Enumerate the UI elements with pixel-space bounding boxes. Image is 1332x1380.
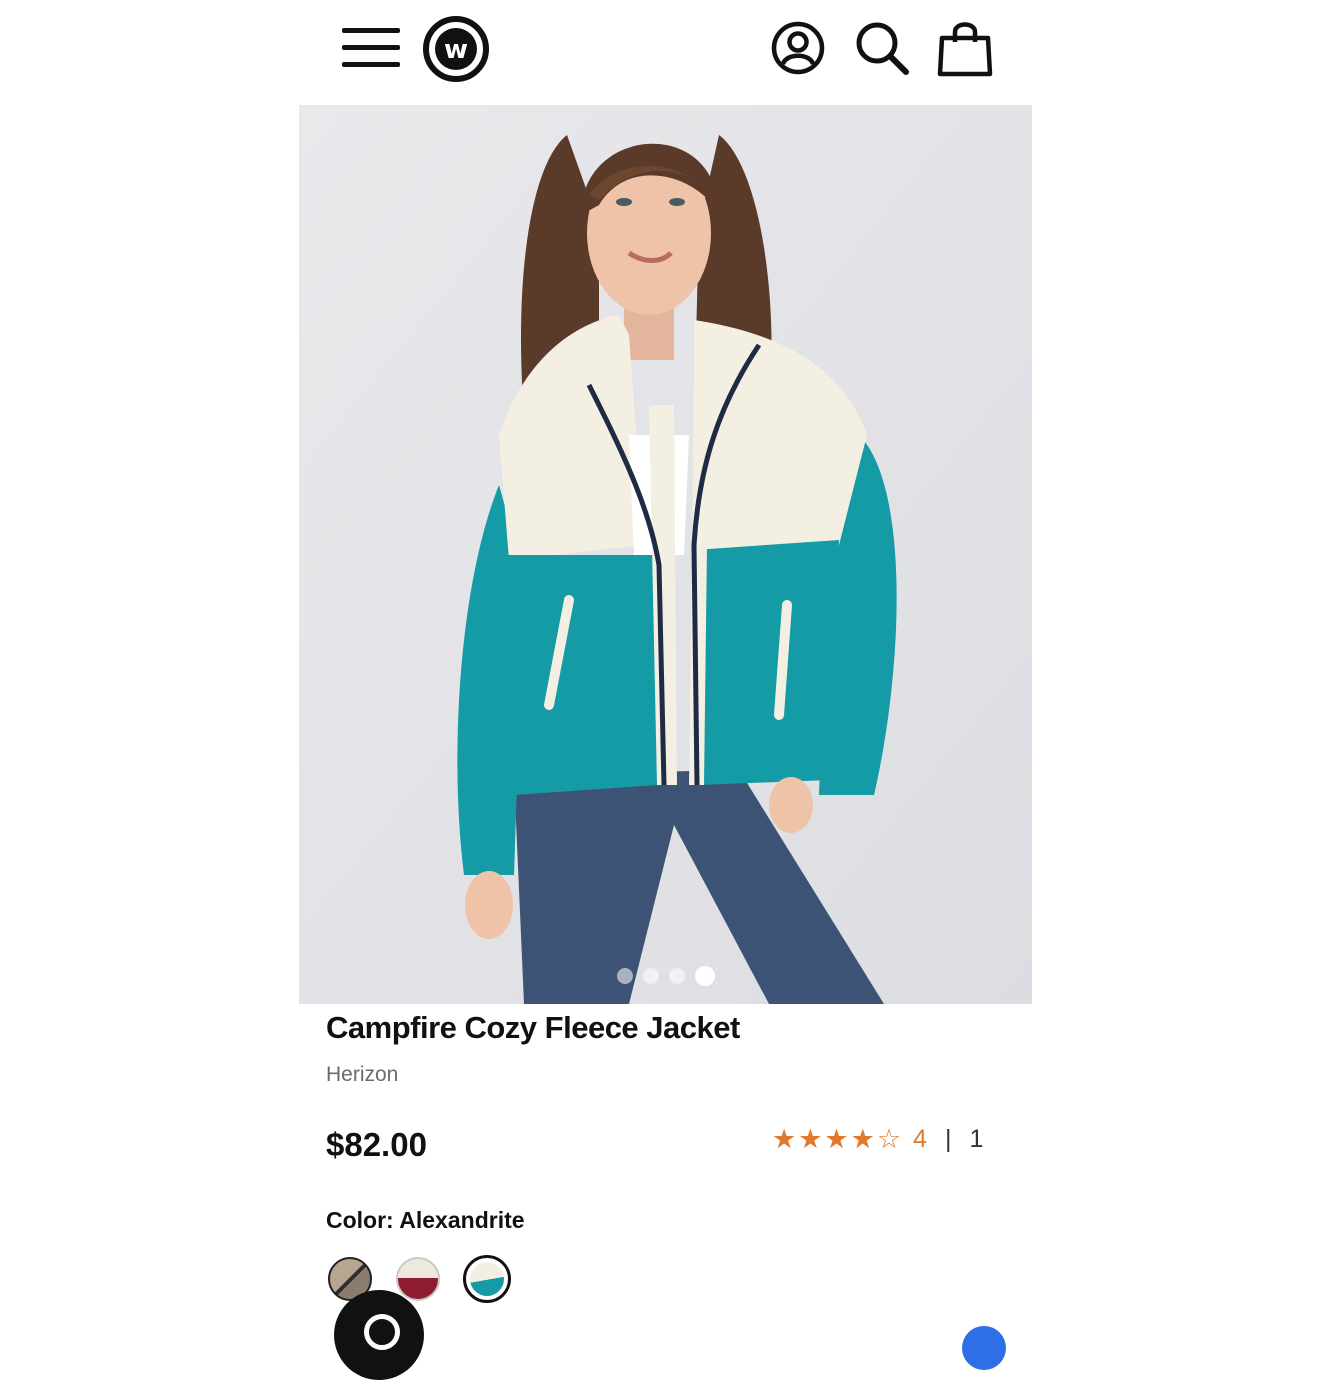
color-swatch-burgundy[interactable] xyxy=(396,1257,440,1301)
rating-summary[interactable]: ★★★★☆ 4 | 1 xyxy=(772,1124,983,1155)
brand-link[interactable]: Herizon xyxy=(326,1063,398,1087)
carousel-dot-active[interactable] xyxy=(694,966,715,986)
product-image-gallery[interactable] xyxy=(299,105,1032,1004)
rating-separator: | xyxy=(944,1125,952,1153)
site-header: w xyxy=(0,0,1332,100)
brand-logo[interactable]: w xyxy=(422,15,490,83)
carousel-dot[interactable] xyxy=(642,968,659,984)
svg-text:w: w xyxy=(444,35,468,65)
accessibility-badge-icon[interactable] xyxy=(962,1326,1006,1370)
carousel-dots xyxy=(299,966,1032,986)
product-price: $82.00 xyxy=(326,1126,427,1163)
color-swatch-alexandrite-selected[interactable] xyxy=(463,1255,511,1303)
carousel-dot[interactable] xyxy=(616,968,633,984)
rating-value: 4 xyxy=(913,1125,927,1153)
user-account-icon[interactable] xyxy=(770,20,826,76)
carousel-dot[interactable] xyxy=(668,968,685,984)
color-value: Alexandrite xyxy=(399,1207,525,1233)
color-label: Color: xyxy=(326,1207,394,1233)
product-title: Campfire Cozy Fleece Jacket xyxy=(326,1010,740,1045)
color-selection-label: Color: Alexandrite xyxy=(326,1207,525,1234)
product-photo xyxy=(299,105,1032,1004)
review-count[interactable]: 1 xyxy=(969,1125,983,1154)
hamburger-menu-icon[interactable] xyxy=(340,26,402,70)
star-rating-icon: ★★★★☆ xyxy=(772,1124,904,1154)
search-icon[interactable] xyxy=(852,18,912,78)
chat-help-icon[interactable] xyxy=(334,1290,424,1380)
shopping-bag-icon[interactable] xyxy=(936,18,994,78)
